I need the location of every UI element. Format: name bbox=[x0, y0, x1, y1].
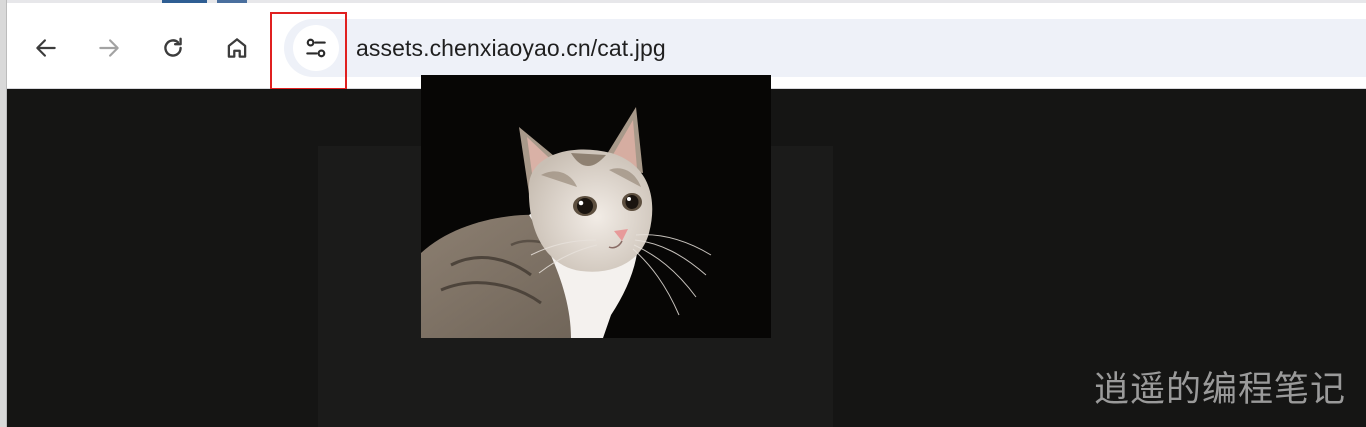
url-text[interactable]: assets.chenxiaoyao.cn/cat.jpg bbox=[356, 34, 666, 62]
home-button[interactable] bbox=[218, 29, 256, 67]
back-button[interactable] bbox=[27, 29, 65, 67]
tune-icon bbox=[306, 38, 326, 58]
reload-button[interactable] bbox=[154, 29, 192, 67]
arrow-right-icon bbox=[99, 39, 119, 57]
address-bar[interactable]: assets.chenxiaoyao.cn/cat.jpg bbox=[284, 19, 1366, 77]
browser-window: assets.chenxiaoyao.cn/cat.jpg 逍遥的编程笔记 bbox=[0, 0, 1366, 427]
cat-image bbox=[421, 75, 771, 338]
site-info-button[interactable] bbox=[293, 25, 339, 71]
desktop-edge bbox=[0, 0, 7, 427]
arrow-left-icon bbox=[36, 39, 56, 57]
reload-icon bbox=[164, 37, 182, 57]
forward-button[interactable] bbox=[90, 29, 128, 67]
home-icon bbox=[227, 38, 247, 58]
cat-illustration bbox=[421, 75, 771, 338]
watermark-text: 逍遥的编程笔记 bbox=[1093, 370, 1346, 410]
